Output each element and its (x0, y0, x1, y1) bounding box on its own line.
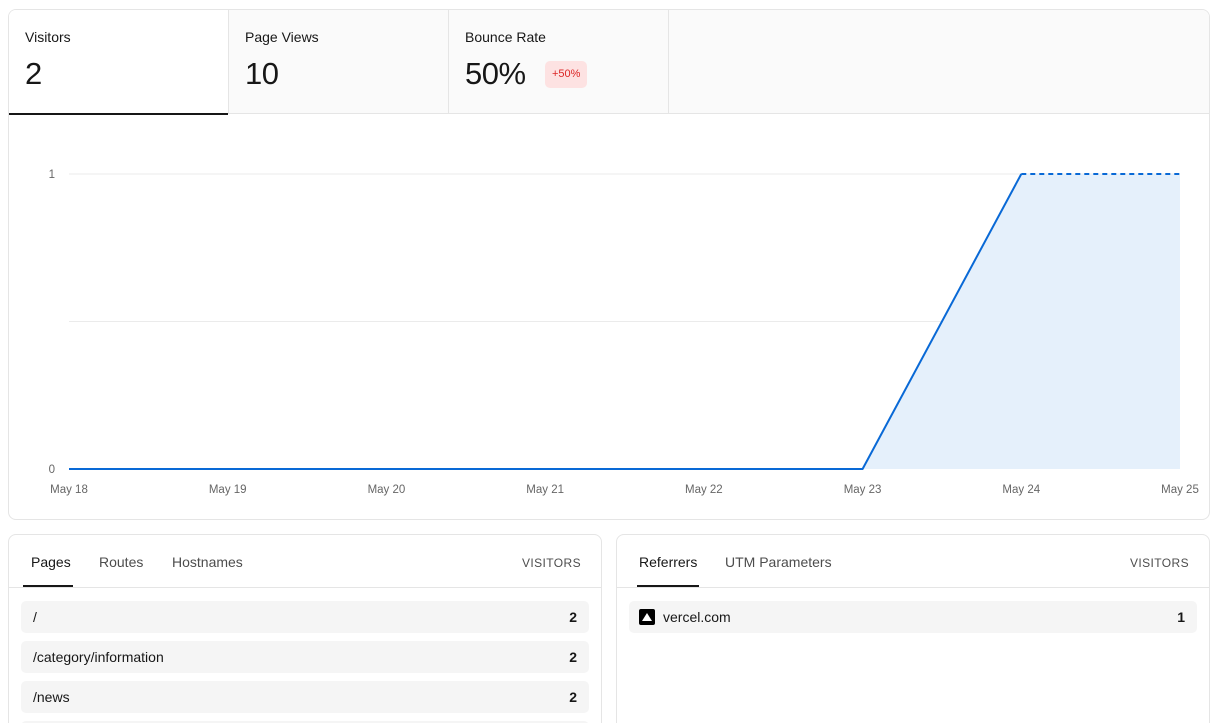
y-tick-label: 0 (49, 464, 55, 476)
page-visitors: 2 (569, 689, 577, 705)
tab-utm-parameters[interactable]: UTM Parameters (725, 554, 832, 585)
bounce-rate-label: Bounce Rate (465, 29, 546, 45)
visitors-chart: 0 1 May 18 May 19 May 20 May 21 May 22 May 23 Ma… (49, 169, 1199, 496)
x-tick-label: May 19 (209, 484, 247, 496)
page-path: /category/information (33, 649, 164, 665)
tab-referrers[interactable]: Referrers (637, 554, 700, 587)
referrers-panel-header: Referrers UTM Parameters VISITORS (617, 535, 1209, 588)
pages-panel: Pages Routes Hostnames VISITORS / 2 /cat… (8, 534, 602, 723)
page-views-value: 10 (245, 56, 279, 91)
list-item[interactable]: vercel.com 1 (629, 601, 1197, 633)
page-visitors: 2 (569, 649, 577, 665)
list-item[interactable]: /news 2 (21, 681, 589, 713)
visitors-label: Visitors (25, 29, 71, 45)
list-item[interactable]: /category/information 2 (21, 641, 589, 673)
bounce-rate-delta-badge: +50% (545, 61, 588, 88)
pages-panel-header: Pages Routes Hostnames VISITORS (9, 535, 601, 588)
analytics-card: Visitors 2 Page Views 10 Bounce Rate 50%… (8, 9, 1210, 520)
referrer-name: vercel.com (663, 609, 731, 625)
tab-pages[interactable]: Pages (23, 554, 73, 587)
visitors-column-header: VISITORS (1130, 556, 1189, 570)
tab-visitors[interactable]: Visitors 2 (9, 10, 229, 115)
x-tick-label: May 20 (368, 484, 406, 496)
x-tick-label: May 23 (844, 484, 882, 496)
visitors-column-header: VISITORS (522, 556, 581, 570)
page-visitors: 2 (569, 609, 577, 625)
x-tick-label: May 24 (1002, 484, 1040, 496)
referrers-panel: Referrers UTM Parameters VISITORS vercel… (616, 534, 1210, 723)
tab-page-views[interactable]: Page Views 10 (229, 10, 449, 114)
visitors-value: 2 (25, 56, 42, 91)
y-tick-label: 1 (49, 169, 55, 181)
x-tick-label: May 25 (1161, 484, 1199, 496)
vercel-icon (639, 609, 655, 625)
page-path: / (33, 609, 37, 625)
page-views-label: Page Views (245, 29, 319, 45)
x-tick-label: May 18 (50, 484, 88, 496)
x-tick-label: May 22 (685, 484, 723, 496)
page-path: /news (33, 689, 70, 705)
stats-tabs: Visitors 2 Page Views 10 Bounce Rate 50%… (9, 10, 1209, 115)
x-tick-label: May 21 (526, 484, 564, 496)
tab-hostnames[interactable]: Hostnames (172, 554, 243, 585)
tab-routes[interactable]: Routes (99, 554, 143, 585)
tab-bounce-rate[interactable]: Bounce Rate 50% +50% (449, 10, 669, 114)
list-item[interactable]: / 2 (21, 601, 589, 633)
bounce-rate-value: 50% (465, 56, 526, 91)
referrer-visitors: 1 (1177, 609, 1185, 625)
